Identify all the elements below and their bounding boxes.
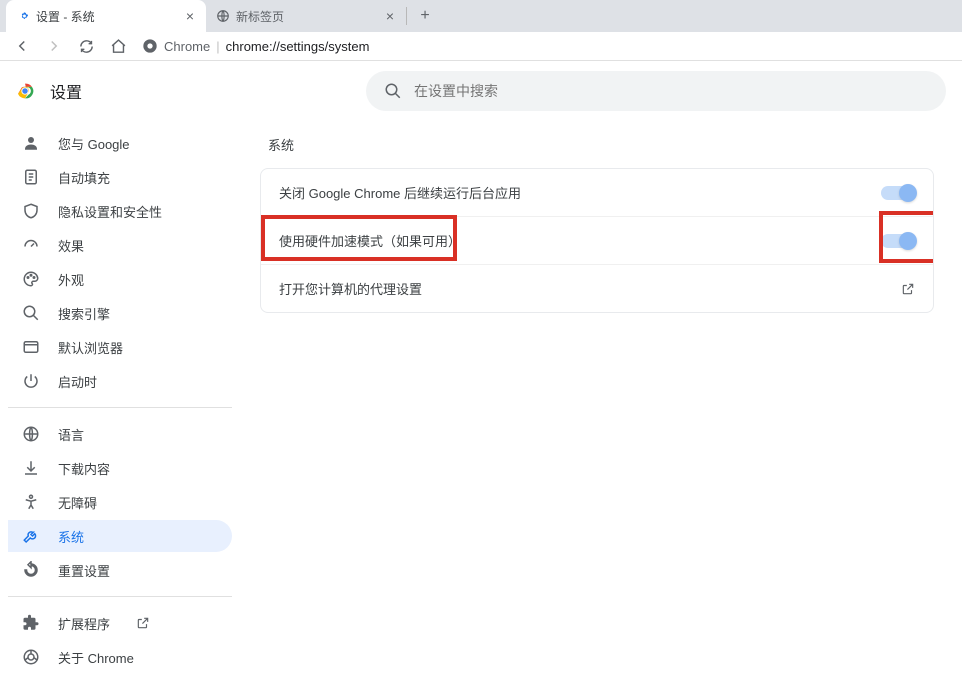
tab-title: 新标签页: [236, 8, 284, 25]
sidebar-item-extension[interactable]: 扩展程序: [8, 607, 232, 639]
sidebar-item-label: 默认浏览器: [58, 338, 123, 357]
gear-blue-icon: [16, 9, 30, 23]
accessibility-icon: [22, 493, 40, 511]
search-input[interactable]: [414, 83, 928, 99]
new-tab-button[interactable]: +: [411, 2, 439, 30]
sidebar-item-label: 下载内容: [58, 459, 110, 478]
search-icon: [22, 304, 40, 322]
toggle[interactable]: [881, 186, 915, 200]
setting-label: 关闭 Google Chrome 后继续运行后台应用: [279, 183, 521, 202]
sidebar-item-search[interactable]: 搜索引擎: [8, 297, 232, 329]
sidebar-item-power[interactable]: 启动时: [8, 365, 232, 397]
sidebar-divider: [8, 596, 232, 597]
close-icon[interactable]: ×: [184, 8, 196, 24]
extension-icon: [22, 614, 40, 632]
chrome-logo-icon: [14, 80, 36, 102]
sidebar-item-accessibility[interactable]: 无障碍: [8, 486, 232, 518]
section-title: 系统: [268, 135, 934, 154]
back-button[interactable]: [8, 32, 36, 60]
sidebar-item-label: 启动时: [58, 372, 97, 391]
sidebar-item-shield[interactable]: 隐私设置和安全性: [8, 195, 232, 227]
browser-icon: [22, 338, 40, 356]
sidebar-item-chrome[interactable]: 关于 Chrome: [8, 641, 232, 673]
sidebar-item-autofill[interactable]: 自动填充: [8, 161, 232, 193]
sidebar-item-wrench[interactable]: 系统: [8, 520, 232, 552]
sidebar-item-person[interactable]: 您与 Google: [8, 127, 232, 159]
autofill-icon: [22, 168, 40, 186]
omnibox[interactable]: Chrome | chrome://settings/system: [142, 38, 954, 54]
sidebar-item-label: 无障碍: [58, 493, 97, 512]
sidebar-item-label: 扩展程序: [58, 614, 110, 633]
wrench-icon: [22, 527, 40, 545]
sidebar-item-label: 重置设置: [58, 561, 110, 580]
setting-row: 使用硬件加速模式（如果可用）: [261, 217, 933, 265]
search-box[interactable]: [366, 71, 946, 111]
toggle[interactable]: [881, 234, 915, 248]
sidebar-item-speed[interactable]: 效果: [8, 229, 232, 261]
globe-icon: [22, 425, 40, 443]
sidebar-item-palette[interactable]: 外观: [8, 263, 232, 295]
external-link-icon: [136, 616, 150, 630]
omnibox-chip: Chrome: [164, 39, 210, 54]
tab-settings[interactable]: 设置 - 系统 ×: [6, 0, 206, 32]
sidebar-item-label: 外观: [58, 270, 84, 289]
main-panel: 系统 关闭 Google Chrome 后继续运行后台应用使用硬件加速模式（如果…: [240, 121, 962, 683]
sidebar-item-browser[interactable]: 默认浏览器: [8, 331, 232, 363]
shield-icon: [22, 202, 40, 220]
close-icon[interactable]: ×: [384, 8, 396, 24]
search-icon: [384, 82, 402, 100]
tab-title: 设置 - 系统: [36, 8, 95, 25]
chrome-favicon-icon: [142, 38, 158, 54]
sidebar: 您与 Google 自动填充隐私设置和安全性效果外观搜索引擎默认浏览器启动时语言下…: [0, 121, 240, 683]
palette-icon: [22, 270, 40, 288]
tab-strip: 设置 - 系统 × 新标签页 × +: [0, 0, 962, 32]
sidebar-item-label: 语言: [58, 425, 84, 444]
power-icon: [22, 372, 40, 390]
tab-newtab[interactable]: 新标签页 ×: [206, 0, 406, 32]
chrome-icon: [22, 648, 40, 666]
globe-icon: [216, 9, 230, 23]
speed-icon: [22, 236, 40, 254]
tab-divider: [406, 7, 407, 25]
sidebar-item-label: 效果: [58, 236, 84, 255]
sidebar-item-label: 自动填充: [58, 168, 110, 187]
person-icon: [22, 134, 40, 152]
setting-label: 使用硬件加速模式（如果可用）: [279, 231, 461, 250]
toolbar: Chrome | chrome://settings/system: [0, 32, 962, 61]
omnibox-url: chrome://settings/system: [226, 39, 370, 54]
sidebar-item-label: 系统: [58, 527, 84, 546]
download-icon: [22, 459, 40, 477]
sidebar-item-label: 您与 Google: [58, 134, 130, 153]
forward-button[interactable]: [40, 32, 68, 60]
reload-button[interactable]: [72, 32, 100, 60]
sidebar-item-reset[interactable]: 重置设置: [8, 554, 232, 586]
setting-row[interactable]: 打开您计算机的代理设置: [261, 265, 933, 312]
settings-card: 关闭 Google Chrome 后继续运行后台应用使用硬件加速模式（如果可用）…: [260, 168, 934, 313]
sidebar-item-label: 搜索引擎: [58, 304, 110, 323]
external-link-icon: [901, 282, 915, 296]
sidebar-item-label: 关于 Chrome: [58, 648, 134, 667]
sidebar-item-globe[interactable]: 语言: [8, 418, 232, 450]
sidebar-item-label: 隐私设置和安全性: [58, 202, 162, 221]
home-button[interactable]: [104, 32, 132, 60]
settings-header: 设置: [0, 61, 962, 121]
reset-icon: [22, 561, 40, 579]
setting-label: 打开您计算机的代理设置: [279, 279, 422, 298]
sidebar-item-download[interactable]: 下载内容: [8, 452, 232, 484]
page-title: 设置: [50, 79, 82, 103]
setting-row: 关闭 Google Chrome 后继续运行后台应用: [261, 169, 933, 217]
sidebar-divider: [8, 407, 232, 408]
